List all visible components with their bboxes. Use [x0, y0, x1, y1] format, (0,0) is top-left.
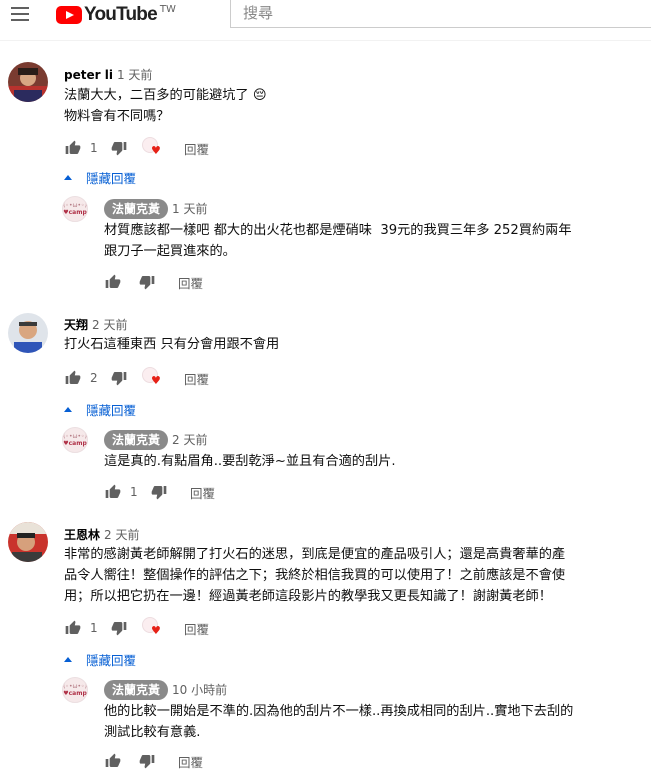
reply-header: 法蘭克黃 10 小時前	[104, 680, 227, 700]
youtube-logo[interactable]: YouTube TW	[56, 4, 176, 26]
collapse-arrow-icon	[64, 175, 72, 180]
author-name[interactable]: peter li	[64, 68, 113, 82]
avatar[interactable]	[8, 522, 48, 562]
logo-text: YouTube	[84, 4, 158, 25]
hide-replies-button[interactable]: 隱藏回覆	[64, 650, 136, 669]
reply-header: 法蘭克黃 2 天前	[104, 430, 207, 450]
timestamp[interactable]: 2 天前	[92, 318, 127, 332]
creator-badge[interactable]: 法蘭克黃	[104, 199, 169, 219]
author-name[interactable]: 王恩林	[64, 528, 100, 542]
hide-replies-label: 隱藏回覆	[86, 653, 137, 668]
dislike-icon[interactable]	[110, 619, 128, 637]
hide-replies-button[interactable]: 隱藏回覆	[64, 400, 136, 419]
reply-actions: 回覆	[104, 751, 203, 771]
timestamp[interactable]: 2 天前	[104, 528, 139, 542]
creator-badge[interactable]: 法蘭克黃	[104, 680, 169, 700]
reply-button[interactable]: 回覆	[184, 619, 209, 638]
avatar[interactable]	[8, 313, 48, 353]
dislike-icon[interactable]	[150, 483, 168, 501]
avatar[interactable]	[8, 62, 48, 102]
like-count: 1	[130, 485, 138, 499]
dislike-icon[interactable]	[110, 139, 128, 157]
like-icon[interactable]	[64, 619, 82, 637]
dislike-icon[interactable]	[110, 369, 128, 387]
hide-replies-label: 隱藏回覆	[86, 171, 137, 186]
like-icon[interactable]	[104, 483, 122, 501]
comment-header: 王恩林 2 天前	[64, 526, 139, 543]
reply-text: 材質應該都一樣吧 都大的出火花也都是煙硝味 39元的我買三年多 252買約兩年 …	[104, 223, 572, 259]
dislike-icon[interactable]	[138, 752, 156, 770]
collapse-arrow-icon	[64, 407, 72, 412]
logo-region: TW	[159, 4, 176, 15]
timestamp[interactable]: 1 天前	[117, 68, 152, 82]
timestamp[interactable]: 2 天前	[172, 433, 207, 447]
like-icon[interactable]	[64, 369, 82, 387]
reply-text: 他的比較一開始是不準的.因為他的刮片不一樣..再換成相同的刮片..實地下去刮的 …	[104, 704, 574, 740]
reply-text: 這是真的.有點眉角..要刮乾淨~並且有合適的刮片.	[104, 454, 396, 469]
creator-heart-icon[interactable]: ♥	[142, 367, 166, 387]
reply-button[interactable]: 回覆	[184, 369, 209, 388]
comment-actions: 1 ♥ 回覆	[64, 617, 209, 638]
timestamp[interactable]: 1 天前	[172, 202, 207, 216]
search-input[interactable]	[231, 0, 651, 26]
reply-button[interactable]: 回覆	[178, 273, 203, 292]
header-divider	[0, 40, 651, 41]
creator-avatar[interactable]: (◦•ω•◦) ♥camp	[62, 677, 88, 703]
author-name[interactable]: 天翔	[64, 318, 88, 332]
reply-button[interactable]: 回覆	[178, 752, 203, 771]
comment-text: 打火石這種東西 只有分會用跟不會用	[64, 337, 280, 352]
comment-text: 法蘭大大，二百多的可能避坑了 😔 物料會有不同嗎？	[64, 88, 267, 124]
hide-replies-button[interactable]: 隱藏回覆	[64, 168, 136, 187]
reply-actions: 回覆	[104, 272, 203, 292]
top-bar: YouTube TW	[0, 0, 651, 28]
like-count: 1	[90, 621, 98, 635]
like-icon[interactable]	[64, 139, 82, 157]
comment-text: 非常的感謝黃老師解開了打火石的迷思，到底是便宜的產品吸引人；還是高貴奢華的產 品…	[64, 547, 566, 604]
youtube-play-icon	[56, 6, 82, 24]
comment-actions: 1 ♥ 回覆	[64, 137, 209, 158]
like-icon[interactable]	[104, 273, 122, 291]
creator-avatar[interactable]: (◦•ω•◦) ♥camp	[62, 427, 88, 453]
collapse-arrow-icon	[64, 657, 72, 662]
reply-actions: 1 回覆	[104, 482, 215, 502]
search-box	[230, 0, 651, 28]
reply-button[interactable]: 回覆	[190, 483, 215, 502]
creator-heart-icon[interactable]: ♥	[142, 617, 166, 637]
like-icon[interactable]	[104, 752, 122, 770]
reply-header: 法蘭克黃 1 天前	[104, 199, 207, 219]
like-count: 2	[90, 371, 98, 385]
comment-header: peter li 1 天前	[64, 66, 152, 83]
menu-icon[interactable]	[11, 7, 31, 21]
comment-actions: 2 ♥ 回覆	[64, 367, 209, 388]
reply-button[interactable]: 回覆	[184, 139, 209, 158]
creator-badge[interactable]: 法蘭克黃	[104, 430, 169, 450]
dislike-icon[interactable]	[138, 273, 156, 291]
comment-header: 天翔 2 天前	[64, 316, 127, 333]
like-count: 1	[90, 141, 98, 155]
timestamp[interactable]: 10 小時前	[172, 683, 227, 697]
creator-heart-icon[interactable]: ♥	[142, 137, 166, 157]
creator-avatar[interactable]: (◦•ω•◦) ♥camp	[62, 196, 88, 222]
hide-replies-label: 隱藏回覆	[86, 403, 137, 418]
